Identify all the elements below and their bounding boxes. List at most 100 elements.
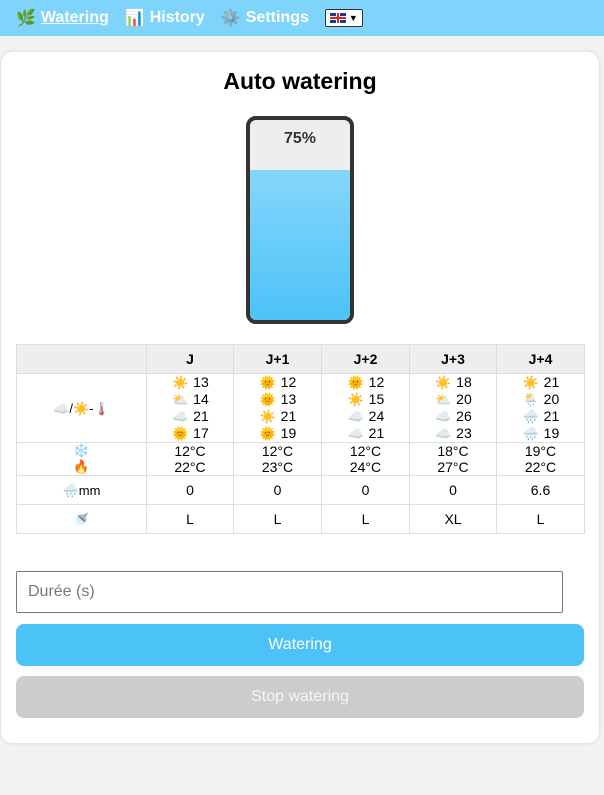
temperature-row: ❄️ 🔥 12°C 22°C 12°C 23°C 12°C 24°C 18°C 27°C… <box>16 442 585 476</box>
nav-history[interactable]: 📊 History <box>125 8 205 28</box>
weather-temp-value: 21 <box>364 425 385 441</box>
temp-min: 18°C <box>437 443 469 459</box>
weather-temp-value: 17 <box>189 425 209 441</box>
weather-temp-value: 12 <box>364 374 385 390</box>
temp-min: 19°C <box>524 443 557 459</box>
weather-cell: ☀️ 13 ⛅ 14 ☁️ 21 🌞 17 <box>146 373 234 443</box>
chevron-down-icon: ▼ <box>348 13 358 23</box>
weather-temp-value: 12 <box>276 374 297 390</box>
water-tank-fill <box>250 170 350 320</box>
header-day-0: J <box>146 344 234 374</box>
weather-row-label: ☁️/☀️-🌡️ <box>16 373 147 443</box>
watering-size-cell: L <box>233 504 322 534</box>
temp-max: 27°C <box>437 459 469 475</box>
weather-cell: ☀️ 21 🌦️ 20 🌧️ 21 🌧️ 19 <box>496 373 585 443</box>
weather-condition-icon: ☀️ <box>522 375 539 390</box>
temp-max: 22°C <box>524 459 557 475</box>
weather-temp-value: 13 <box>189 374 209 390</box>
weather-condition-icon: 🌞 <box>172 426 189 441</box>
weather-cell: 🌞 12 ☀️ 15 ☁️ 24 ☁️ 21 <box>321 373 410 443</box>
weather-condition-icon: ☁️ <box>172 409 189 424</box>
gear-icon: ⚙️ <box>220 10 241 27</box>
rain-row: 🌧️mm 0 0 0 0 6.6 <box>16 475 585 505</box>
rain-cell: 0 <box>146 475 234 505</box>
temperature-row-label: ❄️ 🔥 <box>16 442 147 476</box>
duration-input[interactable] <box>16 571 563 613</box>
weather-condition-icon: 🌞 <box>259 392 276 407</box>
weather-temp-value: 15 <box>364 391 385 407</box>
nav-settings[interactable]: ⚙️ Settings <box>221 8 309 28</box>
uk-flag-icon <box>329 13 346 23</box>
weather-cell: ☀️ 18 ⛅ 20 ☁️ 26 ☁️ 23 <box>409 373 497 443</box>
header-day-3: J+3 <box>409 344 497 374</box>
cloud-sun-thermometer-icon: ☁️/☀️-🌡️ <box>53 400 110 416</box>
chart-icon: 📊 <box>124 10 145 27</box>
rain-cell: 0 <box>233 475 322 505</box>
weather-temp-value: 23 <box>452 425 472 441</box>
temp-min: 12°C <box>174 443 206 459</box>
weather-condition-icon: ☀️ <box>172 375 189 390</box>
weather-condition-icon: 🌧️ <box>522 409 539 424</box>
weather-entry: 🌞 13 <box>234 391 321 408</box>
weather-entry: ☁️ 21 <box>147 408 233 425</box>
temperature-cell: 12°C 23°C <box>233 442 322 476</box>
weather-entry: ⛅ 20 <box>410 391 496 408</box>
weather-entry: ☁️ 21 <box>322 425 409 442</box>
watering-button[interactable]: Watering <box>16 624 584 666</box>
temperature-cell: 19°C 22°C <box>496 442 585 476</box>
temperature-cell: 12°C 22°C <box>146 442 234 476</box>
weather-entry: 🌞 12 <box>322 374 409 391</box>
rain-cell: 0 <box>409 475 497 505</box>
weather-condition-icon: ☀️ <box>435 375 452 390</box>
nav-settings-label: Settings <box>245 9 309 26</box>
weather-cell: 🌞 12 🌞 13 ☀️ 21 🌞 19 <box>233 373 322 443</box>
weather-condition-icon: ☀️ <box>259 409 276 424</box>
temperature-cell: 18°C 27°C <box>409 442 497 476</box>
top-nav: 🌿 Watering 📊 History ⚙️ Settings ▼ <box>0 0 604 36</box>
nav-history-label: History <box>149 9 205 26</box>
weather-entry: ☁️ 24 <box>322 408 409 425</box>
watering-size-cell: L <box>496 504 585 534</box>
temperature-cell: 12°C 24°C <box>321 442 410 476</box>
weather-entry: ☀️ 13 <box>147 374 233 391</box>
leaf-icon: 🌿 <box>16 10 36 27</box>
weather-entry: 🌧️ 19 <box>497 425 584 442</box>
weather-condition-icon: ⛅ <box>435 392 452 407</box>
weather-temp-value: 21 <box>539 374 560 390</box>
nav-watering[interactable]: 🌿 Watering <box>16 8 109 28</box>
weather-temp-value: 13 <box>276 391 297 407</box>
watering-size-row: 🚿 L L L XL L <box>16 504 585 534</box>
weather-entry: 🌧️ 21 <box>497 408 584 425</box>
weather-temp-value: 19 <box>276 425 297 441</box>
weather-condition-icon: ☁️ <box>435 409 452 424</box>
weather-condition-icon: ☁️ <box>347 409 364 424</box>
rain-cell: 0 <box>321 475 410 505</box>
watering-size-cell: L <box>146 504 234 534</box>
weather-entry: 🌞 19 <box>234 425 321 442</box>
language-select[interactable]: ▼ <box>324 9 363 27</box>
temp-max: 23°C <box>261 459 294 475</box>
weather-entry: ☀️ 21 <box>234 408 321 425</box>
weather-condition-icon: 🌞 <box>259 375 276 390</box>
header-day-2: J+2 <box>321 344 410 374</box>
weather-condition-icon: 🌞 <box>259 426 276 441</box>
weather-entry: 🌞 12 <box>234 374 321 391</box>
fire-icon: 🔥 <box>73 459 90 474</box>
weather-condition-icon: 🌞 <box>347 375 364 390</box>
weather-entry: ☁️ 26 <box>410 408 496 425</box>
nav-watering-label: Watering <box>40 9 109 26</box>
rain-cell: 6.6 <box>496 475 585 505</box>
weather-entry: ☀️ 21 <box>497 374 584 391</box>
weather-condition-icon: 🌦️ <box>522 392 539 407</box>
weather-temp-value: 21 <box>539 408 560 424</box>
weather-entry: 🌞 17 <box>147 425 233 442</box>
weather-condition-icon: ☀️ <box>347 392 364 407</box>
weather-entry: 🌦️ 20 <box>497 391 584 408</box>
shower-icon: 🚿 <box>73 511 90 527</box>
weather-condition-icon: ⛅ <box>172 392 189 407</box>
header-empty <box>16 344 147 374</box>
rain-row-label: 🌧️mm <box>16 475 147 505</box>
rain-cloud-icon: 🌧️mm <box>62 482 101 498</box>
temp-max: 24°C <box>349 459 382 475</box>
watering-size-cell: XL <box>409 504 497 534</box>
